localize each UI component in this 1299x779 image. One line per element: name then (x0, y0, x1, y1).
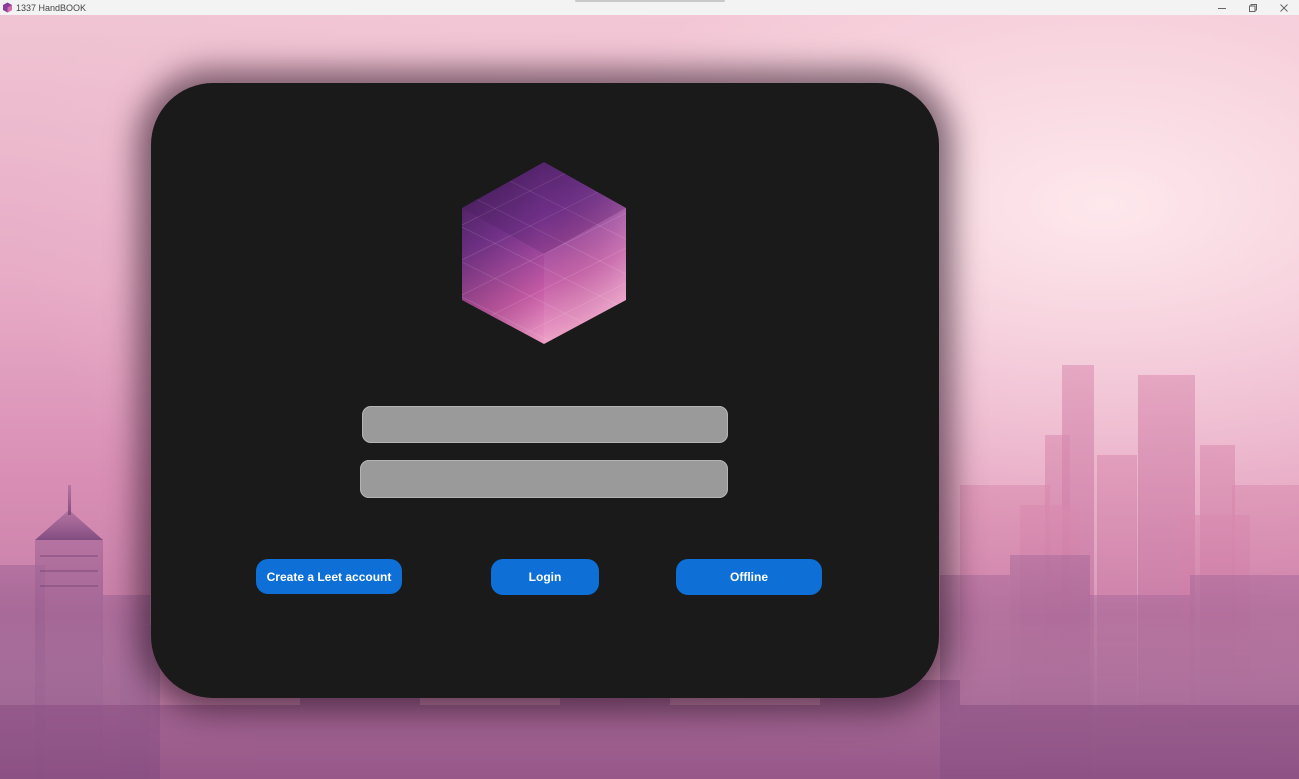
login-card: Create a Leet account Login Offline (151, 83, 939, 698)
app-logo-icon (2, 2, 13, 13)
offline-button[interactable]: Offline (676, 559, 822, 595)
window-controls (1206, 0, 1299, 15)
create-account-button[interactable]: Create a Leet account (256, 559, 402, 594)
drag-handle[interactable] (575, 0, 725, 2)
login-button[interactable]: Login (491, 559, 599, 595)
username-input[interactable] (362, 406, 728, 443)
hexagon-cube-logo (460, 161, 628, 345)
close-icon[interactable] (1268, 0, 1299, 15)
window-title: 1337 HandBOOK (16, 2, 87, 13)
title-bar: 1337 HandBOOK (0, 0, 1299, 15)
restore-icon[interactable] (1237, 0, 1268, 15)
password-input[interactable] (360, 460, 728, 498)
minimize-icon[interactable] (1206, 0, 1237, 15)
